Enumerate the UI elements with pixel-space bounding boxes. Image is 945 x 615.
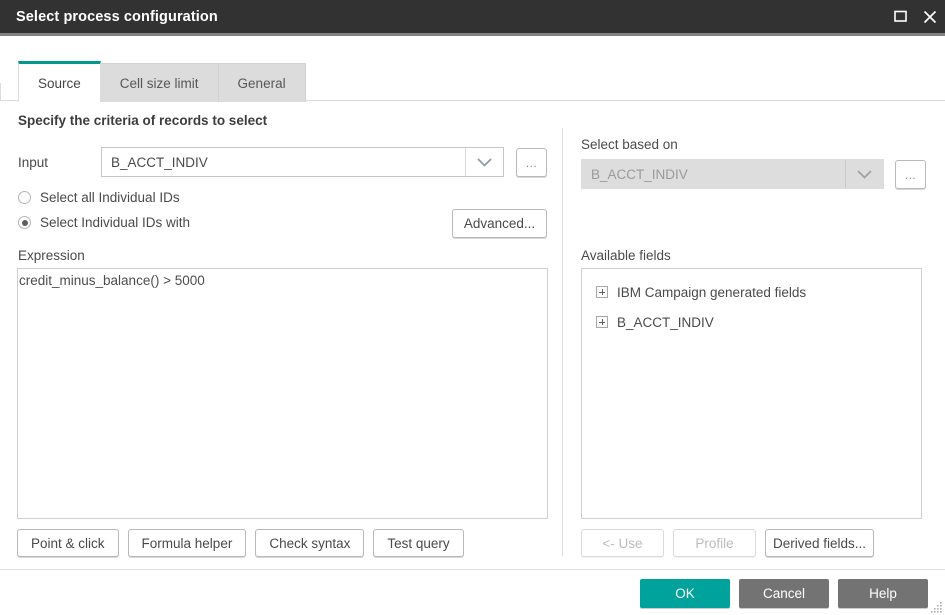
close-button[interactable] xyxy=(915,0,945,33)
chevron-down-icon xyxy=(477,157,492,167)
chevron-down-icon xyxy=(857,169,872,179)
advanced-button-label: Advanced... xyxy=(463,216,536,231)
maximize-icon xyxy=(893,10,907,22)
tab-cell-size-limit[interactable]: Cell size limit xyxy=(99,63,219,102)
help-button[interactable]: Help xyxy=(838,579,928,608)
expression-button-row: Point & click Formula helper Check synta… xyxy=(17,529,464,557)
footer-button-row: OK Cancel Help xyxy=(640,579,928,608)
formula-helper-label: Formula helper xyxy=(141,535,233,551)
section-title: Specify the criteria of records to selec… xyxy=(18,113,268,128)
input-browse-label: ... xyxy=(525,155,538,170)
input-label: Input xyxy=(18,155,49,170)
tab-source-label: Source xyxy=(38,75,81,91)
expand-plus-icon[interactable] xyxy=(596,316,608,328)
tab-general-label: General xyxy=(237,75,286,91)
point-and-click-label: Point & click xyxy=(31,535,105,551)
radio-select-all-ids[interactable]: Select all Individual IDs xyxy=(18,190,180,205)
select-based-on-browse-button[interactable]: ... xyxy=(895,160,926,189)
select-based-on-label: Select based on xyxy=(581,137,678,152)
radio-select-all-ids-mark xyxy=(18,191,31,204)
panel-left-edge xyxy=(0,83,1,101)
radio-select-ids-with-mark xyxy=(18,216,31,229)
test-query-label: Test query xyxy=(387,535,450,551)
maximize-button[interactable] xyxy=(885,0,915,33)
available-fields-list[interactable]: IBM Campaign generated fields B_ACCT_IND… xyxy=(581,268,922,519)
list-item-label: B_ACCT_INDIV xyxy=(617,314,714,330)
input-combo[interactable]: B_ACCT_INDIV xyxy=(101,147,504,177)
list-item[interactable]: B_ACCT_INDIV xyxy=(582,307,921,337)
dialog-footer: OK Cancel Help xyxy=(0,570,945,615)
tab-cell-size-limit-label: Cell size limit xyxy=(119,75,199,91)
use-button[interactable]: <- Use xyxy=(581,529,664,557)
radio-select-ids-with[interactable]: Select Individual IDs with xyxy=(18,215,190,230)
expression-label: Expression xyxy=(18,248,85,263)
derived-fields-button[interactable]: Derived fields... xyxy=(765,529,874,557)
titlebar-shadow xyxy=(0,33,945,36)
expression-textarea[interactable]: credit_minus_balance() > 5000 xyxy=(17,268,548,519)
resize-grip-icon[interactable] xyxy=(931,601,943,613)
profile-button[interactable]: Profile xyxy=(673,529,756,557)
select-based-on-dropdown-button[interactable] xyxy=(845,160,883,188)
help-button-label: Help xyxy=(869,586,897,601)
ok-button-label: OK xyxy=(675,586,695,601)
select-based-on-value: B_ACCT_INDIV xyxy=(591,166,688,182)
select-based-on-combo[interactable]: B_ACCT_INDIV xyxy=(581,159,884,189)
radio-select-all-ids-label: Select all Individual IDs xyxy=(40,190,180,205)
cancel-button-label: Cancel xyxy=(762,586,806,601)
column-divider xyxy=(562,128,563,556)
tab-strip: Source Cell size limit General xyxy=(18,61,306,102)
formula-helper-button[interactable]: Formula helper xyxy=(127,529,247,557)
profile-button-label: Profile xyxy=(695,535,734,551)
input-browse-button[interactable]: ... xyxy=(516,148,547,177)
use-button-label: <- Use xyxy=(602,535,643,551)
input-dropdown-button[interactable] xyxy=(465,148,503,176)
close-icon xyxy=(923,10,937,23)
tab-general[interactable]: General xyxy=(217,63,306,102)
input-value: B_ACCT_INDIV xyxy=(111,154,208,170)
list-item[interactable]: IBM Campaign generated fields xyxy=(582,277,921,307)
window-controls xyxy=(885,0,945,33)
ok-button[interactable]: OK xyxy=(640,579,730,608)
window-titlebar: Select process configuration xyxy=(0,0,945,33)
tab-source[interactable]: Source xyxy=(18,61,101,102)
advanced-button[interactable]: Advanced... xyxy=(452,209,547,238)
test-query-button[interactable]: Test query xyxy=(373,529,464,557)
check-syntax-label: Check syntax xyxy=(269,535,351,551)
list-item-label: IBM Campaign generated fields xyxy=(617,284,807,300)
cancel-button[interactable]: Cancel xyxy=(739,579,829,608)
point-and-click-button[interactable]: Point & click xyxy=(17,529,119,557)
window-title: Select process configuration xyxy=(16,8,218,25)
radio-select-ids-with-label: Select Individual IDs with xyxy=(40,215,191,230)
check-syntax-button[interactable]: Check syntax xyxy=(255,529,365,557)
field-button-row: <- Use Profile Derived fields... xyxy=(581,529,874,557)
select-based-on-browse-label: ... xyxy=(904,167,917,182)
derived-fields-label: Derived fields... xyxy=(772,535,867,551)
available-fields-label: Available fields xyxy=(581,248,671,263)
expand-plus-icon[interactable] xyxy=(596,286,608,298)
